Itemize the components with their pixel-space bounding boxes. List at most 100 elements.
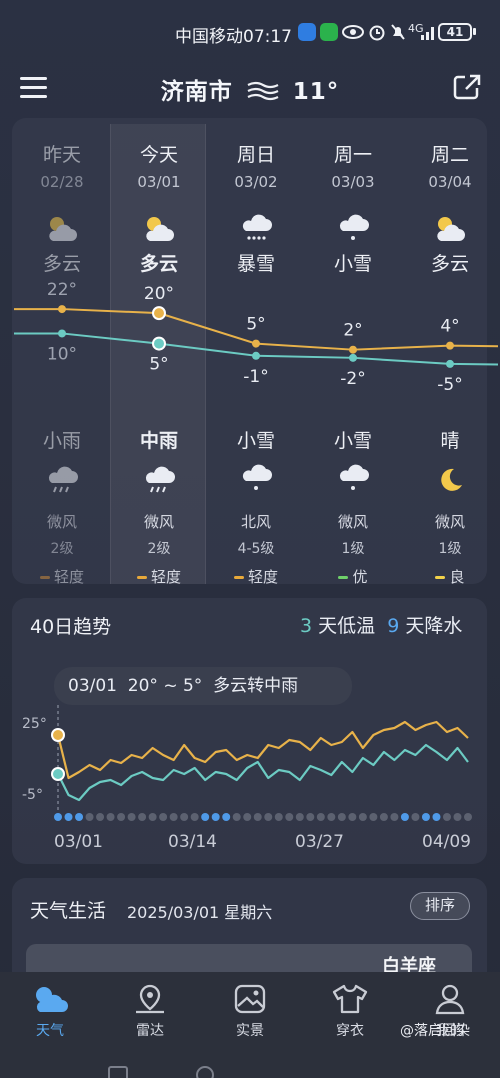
radar-pin-icon <box>136 984 164 1014</box>
day-name: 周日 <box>236 144 275 166</box>
system-nav-bar <box>0 1060 500 1078</box>
day-condition: 多云 <box>430 253 469 275</box>
weather-icon <box>36 987 68 1012</box>
high-temp-point <box>152 306 166 321</box>
mute-icon <box>391 24 405 40</box>
forecast-temp-chart: 22° 10° 20° 5° 5° -1° 2° -2° 4° -5° <box>14 280 499 395</box>
wind-direction: 北风 <box>240 513 271 531</box>
tab-clothing[interactable]: 穿衣 <box>300 980 400 1040</box>
dry-day-dot <box>264 813 273 821</box>
tab-radar[interactable]: 雷达 <box>100 980 200 1040</box>
rain-day-dot <box>421 813 430 821</box>
recent-apps-icon[interactable] <box>108 1066 128 1078</box>
aqi-dot <box>435 576 446 579</box>
rain-label: 天降水 <box>405 615 463 637</box>
tab-photos[interactable]: 实景 <box>200 980 300 1040</box>
selected-day-point <box>51 767 65 781</box>
rain-cloud-icon <box>48 466 78 493</box>
high-temp-point <box>58 305 66 314</box>
x-tick-2: 03/14 <box>168 832 217 852</box>
wechat-icon <box>320 23 338 41</box>
high-temp-point <box>446 341 454 350</box>
partly-cloudy-icon <box>437 217 465 241</box>
dry-day-dot <box>453 813 462 821</box>
low-temp-label: 天低温 <box>318 615 376 637</box>
aqi-label: 轻度 <box>247 568 278 586</box>
rain-day-dot <box>400 813 409 821</box>
aqi-badge: 良 <box>402 566 498 587</box>
wind-direction: 微风 <box>434 513 465 531</box>
high-temp-label: 4° <box>440 317 459 337</box>
dry-day-dot <box>337 813 346 821</box>
home-icon[interactable] <box>196 1066 214 1078</box>
rain-day-dot <box>201 813 210 821</box>
signal-icon <box>421 27 434 40</box>
low-temp-label: -2° <box>340 369 365 389</box>
dry-day-dot <box>127 813 136 821</box>
dry-day-dot <box>96 813 105 821</box>
high-temp-point <box>252 339 260 348</box>
city-title[interactable]: 济南市 11° <box>0 72 500 106</box>
high-temp-label: 22° <box>47 280 77 300</box>
day-date: 03/02 <box>234 173 278 191</box>
night-condition: 小雪 <box>236 430 275 452</box>
dry-day-dot <box>117 813 126 821</box>
trend-chart[interactable] <box>0 700 500 830</box>
status-bar: 中国移动07:17 4G 41 <box>0 0 500 64</box>
dry-day-dot <box>348 813 357 821</box>
aqi-dot <box>338 576 349 579</box>
night-condition: 晴 <box>440 430 460 452</box>
aqi-label: 良 <box>449 568 465 586</box>
app-notification-icon <box>298 23 316 41</box>
share-icon[interactable] <box>452 73 482 101</box>
day-date: 03/01 <box>137 173 181 191</box>
dry-day-dot <box>316 813 325 821</box>
dry-day-dot <box>379 813 388 821</box>
trend-summary[interactable]: 3 天低温 9 天降水 <box>300 611 462 638</box>
day-condition: 暴雪 <box>236 253 275 275</box>
day-name: 周一 <box>333 144 372 166</box>
aqi-dot <box>233 576 244 579</box>
dry-day-dot <box>390 813 399 821</box>
dry-day-dot <box>285 813 294 821</box>
selected-day-point <box>51 728 65 742</box>
dry-day-dot <box>411 813 420 821</box>
dry-day-dot <box>85 813 94 821</box>
low-temp-point <box>349 353 357 362</box>
tab-label-weather: 天气 <box>36 1023 64 1039</box>
aqi-label: 优 <box>352 568 368 586</box>
user-icon <box>435 984 465 1015</box>
low-temp-point <box>446 359 454 368</box>
dry-day-dot <box>232 813 241 821</box>
dry-day-dot <box>243 813 252 821</box>
low-temp-label: 10° <box>47 344 77 364</box>
life-date: 2025/03/01 星期六 <box>127 903 273 922</box>
low-temp-line <box>14 332 499 366</box>
rain-day-dot <box>75 813 84 821</box>
aqi-badge: 轻度 <box>14 566 110 587</box>
sort-button[interactable]: 排序 <box>410 892 470 920</box>
carrier: 中国移动 <box>175 27 243 47</box>
dry-day-dot <box>442 813 451 821</box>
wind-level: 1级 <box>438 541 462 557</box>
low-temp-days: 3 <box>300 615 313 637</box>
tab-weather[interactable]: 天气 <box>0 980 100 1040</box>
day-date: 02/28 <box>40 173 84 191</box>
low-temp-point <box>58 329 66 338</box>
dry-day-dot <box>358 813 367 821</box>
tab-label-photos: 实景 <box>236 1023 264 1039</box>
day-name: 周二 <box>430 144 469 166</box>
day-name: 今天 <box>139 144 178 166</box>
aqi-badge: 轻度 <box>208 566 304 587</box>
rain-day-dot <box>211 813 220 821</box>
night-condition: 中雨 <box>139 430 178 452</box>
wind-level: 2级 <box>147 541 171 557</box>
life-title: 天气生活 <box>30 900 107 922</box>
x-tick-1: 03/01 <box>54 832 103 852</box>
low-temp-label: -5° <box>437 375 462 395</box>
snow-cloud-icon <box>339 214 369 240</box>
night-condition: 小雪 <box>333 430 372 452</box>
dry-day-dot <box>295 813 304 821</box>
x-tick-4: 04/09 <box>422 832 471 852</box>
high-temp-label: 2° <box>343 321 362 341</box>
